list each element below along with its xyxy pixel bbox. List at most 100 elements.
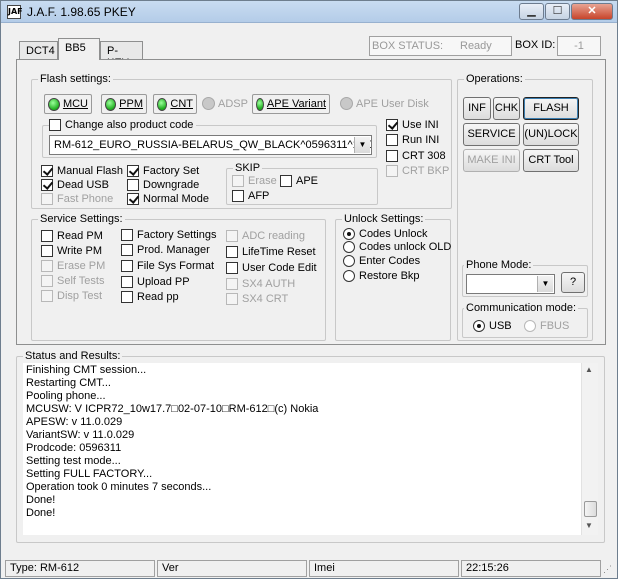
maximize-button[interactable]: ☐ [545, 3, 570, 20]
self-tests-checkbox: Self Tests [41, 274, 105, 288]
normal-mode-checkbox[interactable]: Normal Mode [127, 192, 209, 206]
log-line: Prodcode: 0596311 [26, 442, 122, 454]
checkbox-box [41, 179, 53, 191]
radio-dot [343, 241, 355, 253]
factory-settings-checkbox[interactable]: Factory Settings [121, 228, 216, 242]
sx4-crt-checkbox: SX4 CRT [226, 292, 288, 306]
unlock-option-label: Codes unlock OLD [359, 241, 452, 253]
lifetime-reset-label: LifeTime Reset [242, 246, 316, 258]
crt-tool-button[interactable]: CRT Tool [523, 149, 579, 172]
scroll-down-icon[interactable]: ▼ [585, 521, 593, 530]
checkbox-box [386, 165, 398, 177]
log-scrollbar[interactable]: ▲ ▼ [581, 363, 598, 535]
inf-button[interactable]: INF [463, 97, 491, 120]
led-cnt[interactable]: CNT [153, 94, 197, 114]
unlock-button[interactable]: (UN)LOCK [523, 123, 579, 146]
dead-usb-checkbox[interactable]: Dead USB [41, 178, 109, 192]
product-code-select[interactable]: RM-612_EURO_RUSSIA-BELARUS_QW_BLACK^0596… [49, 135, 372, 155]
unlock-option-codes-unlock-old[interactable]: Codes unlock OLD [343, 240, 451, 254]
log-line: Done! [26, 494, 56, 506]
manual-flash-checkbox[interactable]: Manual Flash [41, 164, 123, 178]
write-pm-checkbox[interactable]: Write PM [41, 244, 102, 258]
unlock-option-restore-bkp[interactable]: Restore Bkp [343, 269, 420, 283]
log-line: Finishing CMT session... [26, 364, 147, 376]
resize-grip-icon[interactable]: ⋰ [603, 564, 612, 575]
skip-afp-checkbox[interactable]: AFP [232, 189, 269, 203]
skip-afp-label: AFP [248, 190, 270, 202]
close-button[interactable]: ✕ [571, 3, 613, 20]
use-ini-checkbox[interactable]: Use INI [386, 118, 439, 132]
checkbox-box [41, 260, 53, 272]
self-tests-label: Self Tests [57, 275, 105, 287]
erase-pm-checkbox: Erase PM [41, 259, 105, 273]
read-pm-label: Read PM [57, 230, 103, 242]
disp-test-label: Disp Test [57, 290, 103, 302]
title-bar[interactable]: JAF J.A.F. 1.98.65 PKEY ▁ ☐ ✕ [1, 1, 617, 23]
change-product-code-label: Change also product code [65, 119, 194, 131]
downgrade-checkbox[interactable]: Downgrade [127, 178, 199, 192]
service-settings-legend: Service Settings: [38, 213, 125, 225]
skip-ape-label: APE [296, 175, 319, 187]
app-icon: JAF [7, 5, 23, 19]
upload-pp-checkbox[interactable]: Upload PP [121, 275, 190, 289]
led-ppm[interactable]: PPM [101, 94, 147, 114]
checkbox-box [121, 276, 133, 288]
disp-test-checkbox: Disp Test [41, 289, 102, 303]
status-led-icon [256, 97, 264, 111]
status-led-icon [202, 97, 215, 110]
chevron-down-icon: ▼ [354, 137, 370, 153]
skip-ape-checkbox[interactable]: APE [280, 174, 318, 188]
unlock-option-codes-unlock[interactable]: Codes Unlock [343, 227, 427, 241]
checkbox-box [226, 262, 238, 274]
operations-legend: Operations: [464, 73, 525, 85]
flash-settings-legend: Flash settings: [38, 73, 113, 85]
comm-usb-label: USB [489, 320, 512, 332]
chk-button[interactable]: CHK [493, 97, 520, 120]
checkbox-box [226, 230, 238, 242]
prod-manager-checkbox[interactable]: Prod. Manager [121, 243, 210, 257]
checkbox-box [41, 275, 53, 287]
change-product-code-checkbox[interactable]: Change also product code [49, 118, 197, 132]
led-ape-variant-label: APE Variant [266, 98, 326, 110]
log-line: VariantSW: v 11.0.029 [26, 429, 135, 441]
factory-settings-label: Factory Settings [137, 229, 217, 241]
adc-reading-checkbox: ADC reading [226, 229, 305, 243]
sx4-auth-label: SX4 AUTH [242, 278, 296, 290]
minimize-button[interactable]: ▁ [519, 3, 544, 20]
scroll-up-icon[interactable]: ▲ [585, 365, 593, 374]
unlock-option-enter-codes[interactable]: Enter Codes [343, 254, 420, 268]
checkbox-box [280, 175, 292, 187]
radio-dot [524, 320, 536, 332]
flash-button[interactable]: FLASH [523, 97, 579, 120]
checkbox-box [127, 179, 139, 191]
lifetime-reset-checkbox[interactable]: LifeTime Reset [226, 245, 316, 259]
scroll-thumb[interactable] [584, 501, 597, 517]
checkbox-box [232, 190, 244, 202]
phone-mode-help-button[interactable]: ? [561, 272, 585, 293]
led-mcu[interactable]: MCU [44, 94, 92, 114]
comm-usb-radio[interactable]: USB [473, 319, 512, 333]
checkbox-box [41, 165, 53, 177]
tab-bb5[interactable]: BB5 [58, 38, 100, 60]
read-pp-checkbox[interactable]: Read pp [121, 290, 179, 304]
sx4-crt-label: SX4 CRT [242, 293, 289, 305]
tab-dct4[interactable]: DCT4 [19, 41, 58, 61]
run-ini-checkbox[interactable]: Run INI [386, 133, 439, 147]
skip-erase-checkbox: Erase [232, 174, 277, 188]
tab-pkey[interactable]: P-KEY [100, 41, 143, 69]
crt308-checkbox[interactable]: CRT 308 [386, 149, 446, 163]
unlock-option-label: Enter Codes [359, 255, 421, 267]
factory-set-checkbox[interactable]: Factory Set [127, 164, 199, 178]
led-adsp: ADSP [202, 97, 248, 110]
file-sys-format-checkbox[interactable]: File Sys Format [121, 259, 214, 273]
status-log[interactable]: Finishing CMT session... Restarting CMT.… [23, 363, 583, 535]
user-code-edit-checkbox[interactable]: User Code Edit [226, 261, 317, 275]
phone-mode-select[interactable]: ▼ [466, 274, 555, 294]
checkbox-box [121, 229, 133, 241]
radio-dot [343, 255, 355, 267]
box-id-value: -1 [557, 36, 601, 56]
read-pm-checkbox[interactable]: Read PM [41, 229, 103, 243]
service-button[interactable]: SERVICE [463, 123, 520, 146]
box-status-label: BOX STATUS: [372, 40, 444, 52]
led-ape-variant[interactable]: APE Variant [252, 94, 330, 114]
